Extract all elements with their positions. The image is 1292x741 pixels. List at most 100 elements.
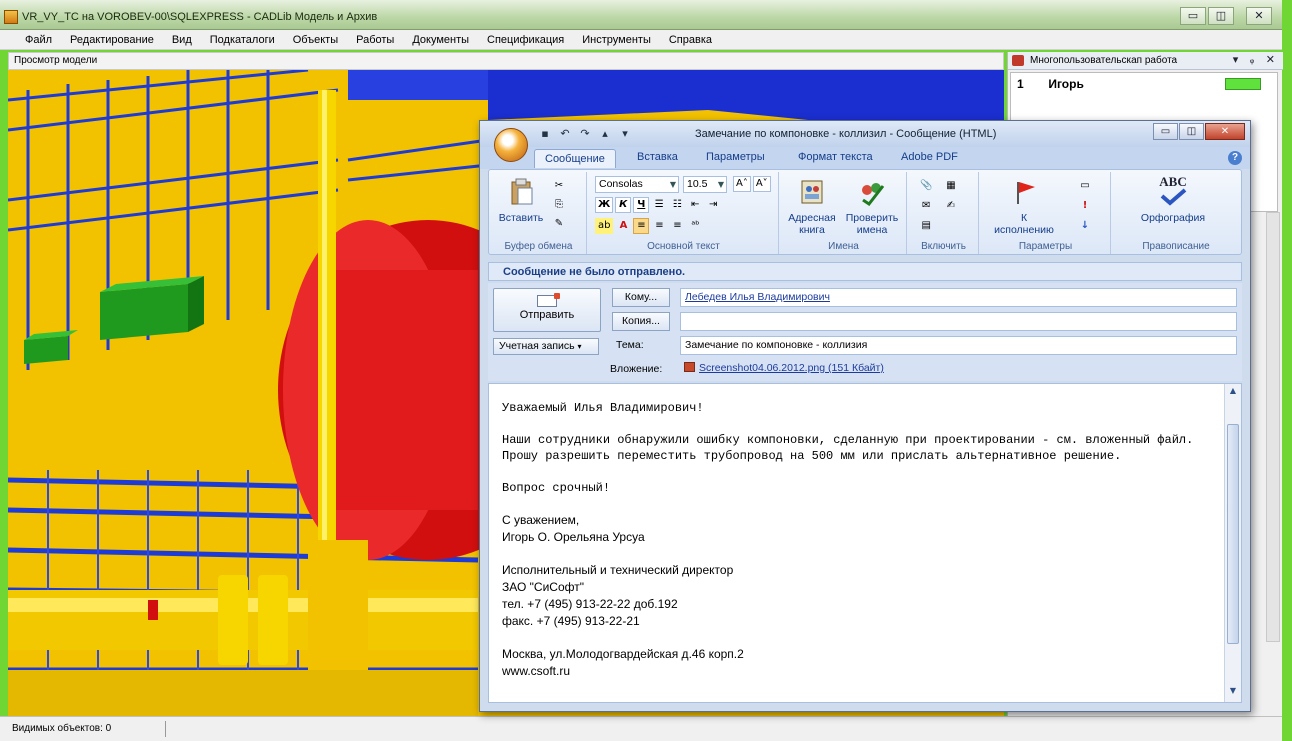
paste-button[interactable]: Вставить (497, 178, 545, 224)
close-button[interactable]: ✕ (1246, 7, 1272, 25)
tab-format-text[interactable]: Формат текста (798, 151, 873, 163)
paragraph-row: ab A ≡ ≡ ≡ ᵃᵇ (595, 218, 703, 234)
names-group: Адресная книга Проверить имена Имена (781, 172, 907, 254)
highlight-icon[interactable]: ab (595, 218, 614, 234)
send-button[interactable]: Отправить (493, 288, 601, 332)
menu-file[interactable]: Файл (16, 34, 61, 46)
font-size-combo[interactable]: 10.5 ▼ (683, 176, 727, 193)
scroll-up-icon[interactable]: ▲ (1225, 386, 1241, 400)
menu-edit[interactable]: Редактирование (61, 34, 163, 46)
tab-message[interactable]: Сообщение (534, 149, 616, 168)
up-arrow-icon[interactable]: ▴ (598, 127, 612, 141)
align-center-icon[interactable]: ≡ (651, 218, 667, 234)
paste-icon (511, 178, 533, 205)
font-name-combo[interactable]: Consolas ▼ (595, 176, 679, 193)
address-book-button[interactable]: Адресная книга (785, 178, 839, 236)
panel-controls[interactable]: ▾ ᵩ ✕ (1233, 53, 1279, 66)
menu-documents[interactable]: Документы (403, 34, 478, 46)
message-close-button[interactable]: ✕ (1205, 123, 1245, 140)
attach-file-icon[interactable]: 📎 (917, 178, 935, 194)
tab-insert[interactable]: Вставка (637, 151, 678, 163)
phone-number: тел. +7 (495) 913-22-22 доб.192 (502, 597, 678, 611)
greeting-text: Уважаемый Илья Владимирович! (502, 401, 704, 415)
signature-icon[interactable]: ✍ (943, 198, 959, 214)
categorize-icon[interactable]: ▭ (1077, 178, 1093, 194)
grow-font-icon[interactable]: A˄ (733, 176, 751, 192)
clipboard-group: Вставить ✂ ⎘ ✎ Буфер обмена (491, 172, 587, 254)
scroll-down-icon[interactable]: ▼ (1225, 686, 1241, 700)
subject-label: Тема: (616, 339, 644, 351)
send-envelope-icon (537, 293, 560, 307)
menu-tools[interactable]: Инструменты (573, 34, 660, 46)
undo-icon[interactable]: ↶ (558, 127, 572, 141)
to-field[interactable]: Лебедев Илья Владимирович (680, 288, 1237, 307)
redo-icon[interactable]: ↷ (578, 127, 592, 141)
cadlib-app-icon (4, 10, 18, 24)
panel-scrollbar[interactable] (1266, 212, 1280, 642)
menu-specification[interactable]: Спецификация (478, 34, 573, 46)
high-importance-icon[interactable]: ! (1077, 198, 1093, 214)
cut-icon[interactable]: ✂ (551, 178, 567, 194)
align-right-icon[interactable]: ≡ (669, 218, 685, 234)
cc-button[interactable]: Копия... (612, 312, 670, 331)
status-bar: Видимых объектов: 0 (0, 716, 1282, 741)
font-color-icon[interactable]: A (615, 218, 631, 234)
menu-view[interactable]: Вид (163, 34, 201, 46)
message-restore-button[interactable]: ◫ (1179, 123, 1204, 140)
menu-works[interactable]: Работы (347, 34, 403, 46)
body-scrollbar[interactable]: ▲ ▼ (1224, 384, 1241, 702)
message-body[interactable]: Уважаемый Илья Владимирович! Наши сотруд… (488, 383, 1242, 703)
shrink-font-icon[interactable]: A˅ (752, 176, 771, 192)
clipboard-small-buttons: ✂ ⎘ ✎ (551, 178, 567, 232)
low-importance-icon[interactable]: ↓ (1077, 218, 1093, 234)
unsent-notice-text: Сообщение не было отправлено. (503, 266, 686, 278)
increase-indent-icon[interactable]: ⇥ (705, 197, 721, 213)
status-separator (165, 721, 166, 737)
menu-subcatalogs[interactable]: Подкаталоги (201, 34, 284, 46)
account-button[interactable]: Учетная запись ▾ (493, 338, 599, 355)
spelling-check-icon (1160, 188, 1187, 206)
underline-button[interactable]: Ч (633, 197, 650, 213)
attach-item-icon[interactable]: ✉ (918, 198, 934, 214)
check-names-button[interactable]: Проверить имена (841, 178, 903, 236)
save-icon[interactable]: ▪ (538, 127, 552, 141)
proofing-group-label: Правописание (1142, 241, 1210, 252)
calendar-icon[interactable]: ▦ (943, 178, 959, 194)
spelling-language-icon[interactable]: ᵃᵇ (687, 218, 703, 234)
italic-button[interactable]: К (615, 197, 632, 213)
paragraph-2: Прошу разрешить переместить трубопровод … (502, 449, 1122, 463)
subject-field[interactable]: Замечание по компоновке - коллизия (680, 336, 1237, 355)
attachment-link[interactable]: Screenshot04.06.2012.png (151 Кбайт) (699, 362, 884, 374)
minimize-button[interactable]: ▭ (1180, 7, 1206, 25)
spelling-button[interactable]: ABC Орфография (1125, 175, 1221, 224)
message-window-title: Замечание по компоновке - коллизил - Соо… (695, 128, 997, 140)
numbering-icon[interactable]: ☷ (669, 197, 685, 213)
message-minimize-button[interactable]: ▭ (1153, 123, 1178, 140)
tab-options[interactable]: Параметры (706, 151, 765, 163)
check-names-icon (862, 183, 885, 207)
align-left-icon[interactable]: ≡ (633, 218, 650, 234)
followup-button[interactable]: К исполнению (991, 178, 1057, 236)
menu-objects[interactable]: Объекты (284, 34, 347, 46)
help-icon[interactable]: ? (1228, 151, 1242, 165)
decrease-indent-icon[interactable]: ⇤ (687, 197, 703, 213)
format-painter-icon[interactable]: ✎ (551, 216, 567, 232)
scroll-thumb[interactable] (1227, 424, 1239, 644)
to-button[interactable]: Кому... (612, 288, 670, 307)
bold-button[interactable]: Ж (595, 197, 614, 213)
proofing-group: ABC Орфография Правописание (1113, 172, 1239, 254)
tab-adobe-pdf[interactable]: Adobe PDF (901, 151, 958, 163)
model-viewer-header: Просмотр модели (8, 52, 1004, 70)
business-card-icon[interactable]: ▤ (918, 218, 934, 234)
company-name: ЗАО "СиСофт" (502, 580, 584, 594)
cc-field[interactable] (680, 312, 1237, 331)
restore-button[interactable]: ◫ (1208, 7, 1234, 25)
down-arrow-icon[interactable]: ▾ (618, 127, 632, 141)
user-row[interactable]: 1 Игорь (1017, 77, 1084, 91)
basic-text-group: Consolas ▼ 10.5 ▼ A˄ A˅ Ж К Ч ☰ ☷ ⇤ ⇥ ab… (589, 172, 779, 254)
copy-icon[interactable]: ⎘ (551, 197, 567, 213)
office-button[interactable] (494, 128, 528, 162)
menu-help[interactable]: Справка (660, 34, 721, 46)
bullets-icon[interactable]: ☰ (651, 197, 667, 213)
paragraph-1: Наши сотрудники обнаружили ошибку компон… (502, 433, 1194, 447)
